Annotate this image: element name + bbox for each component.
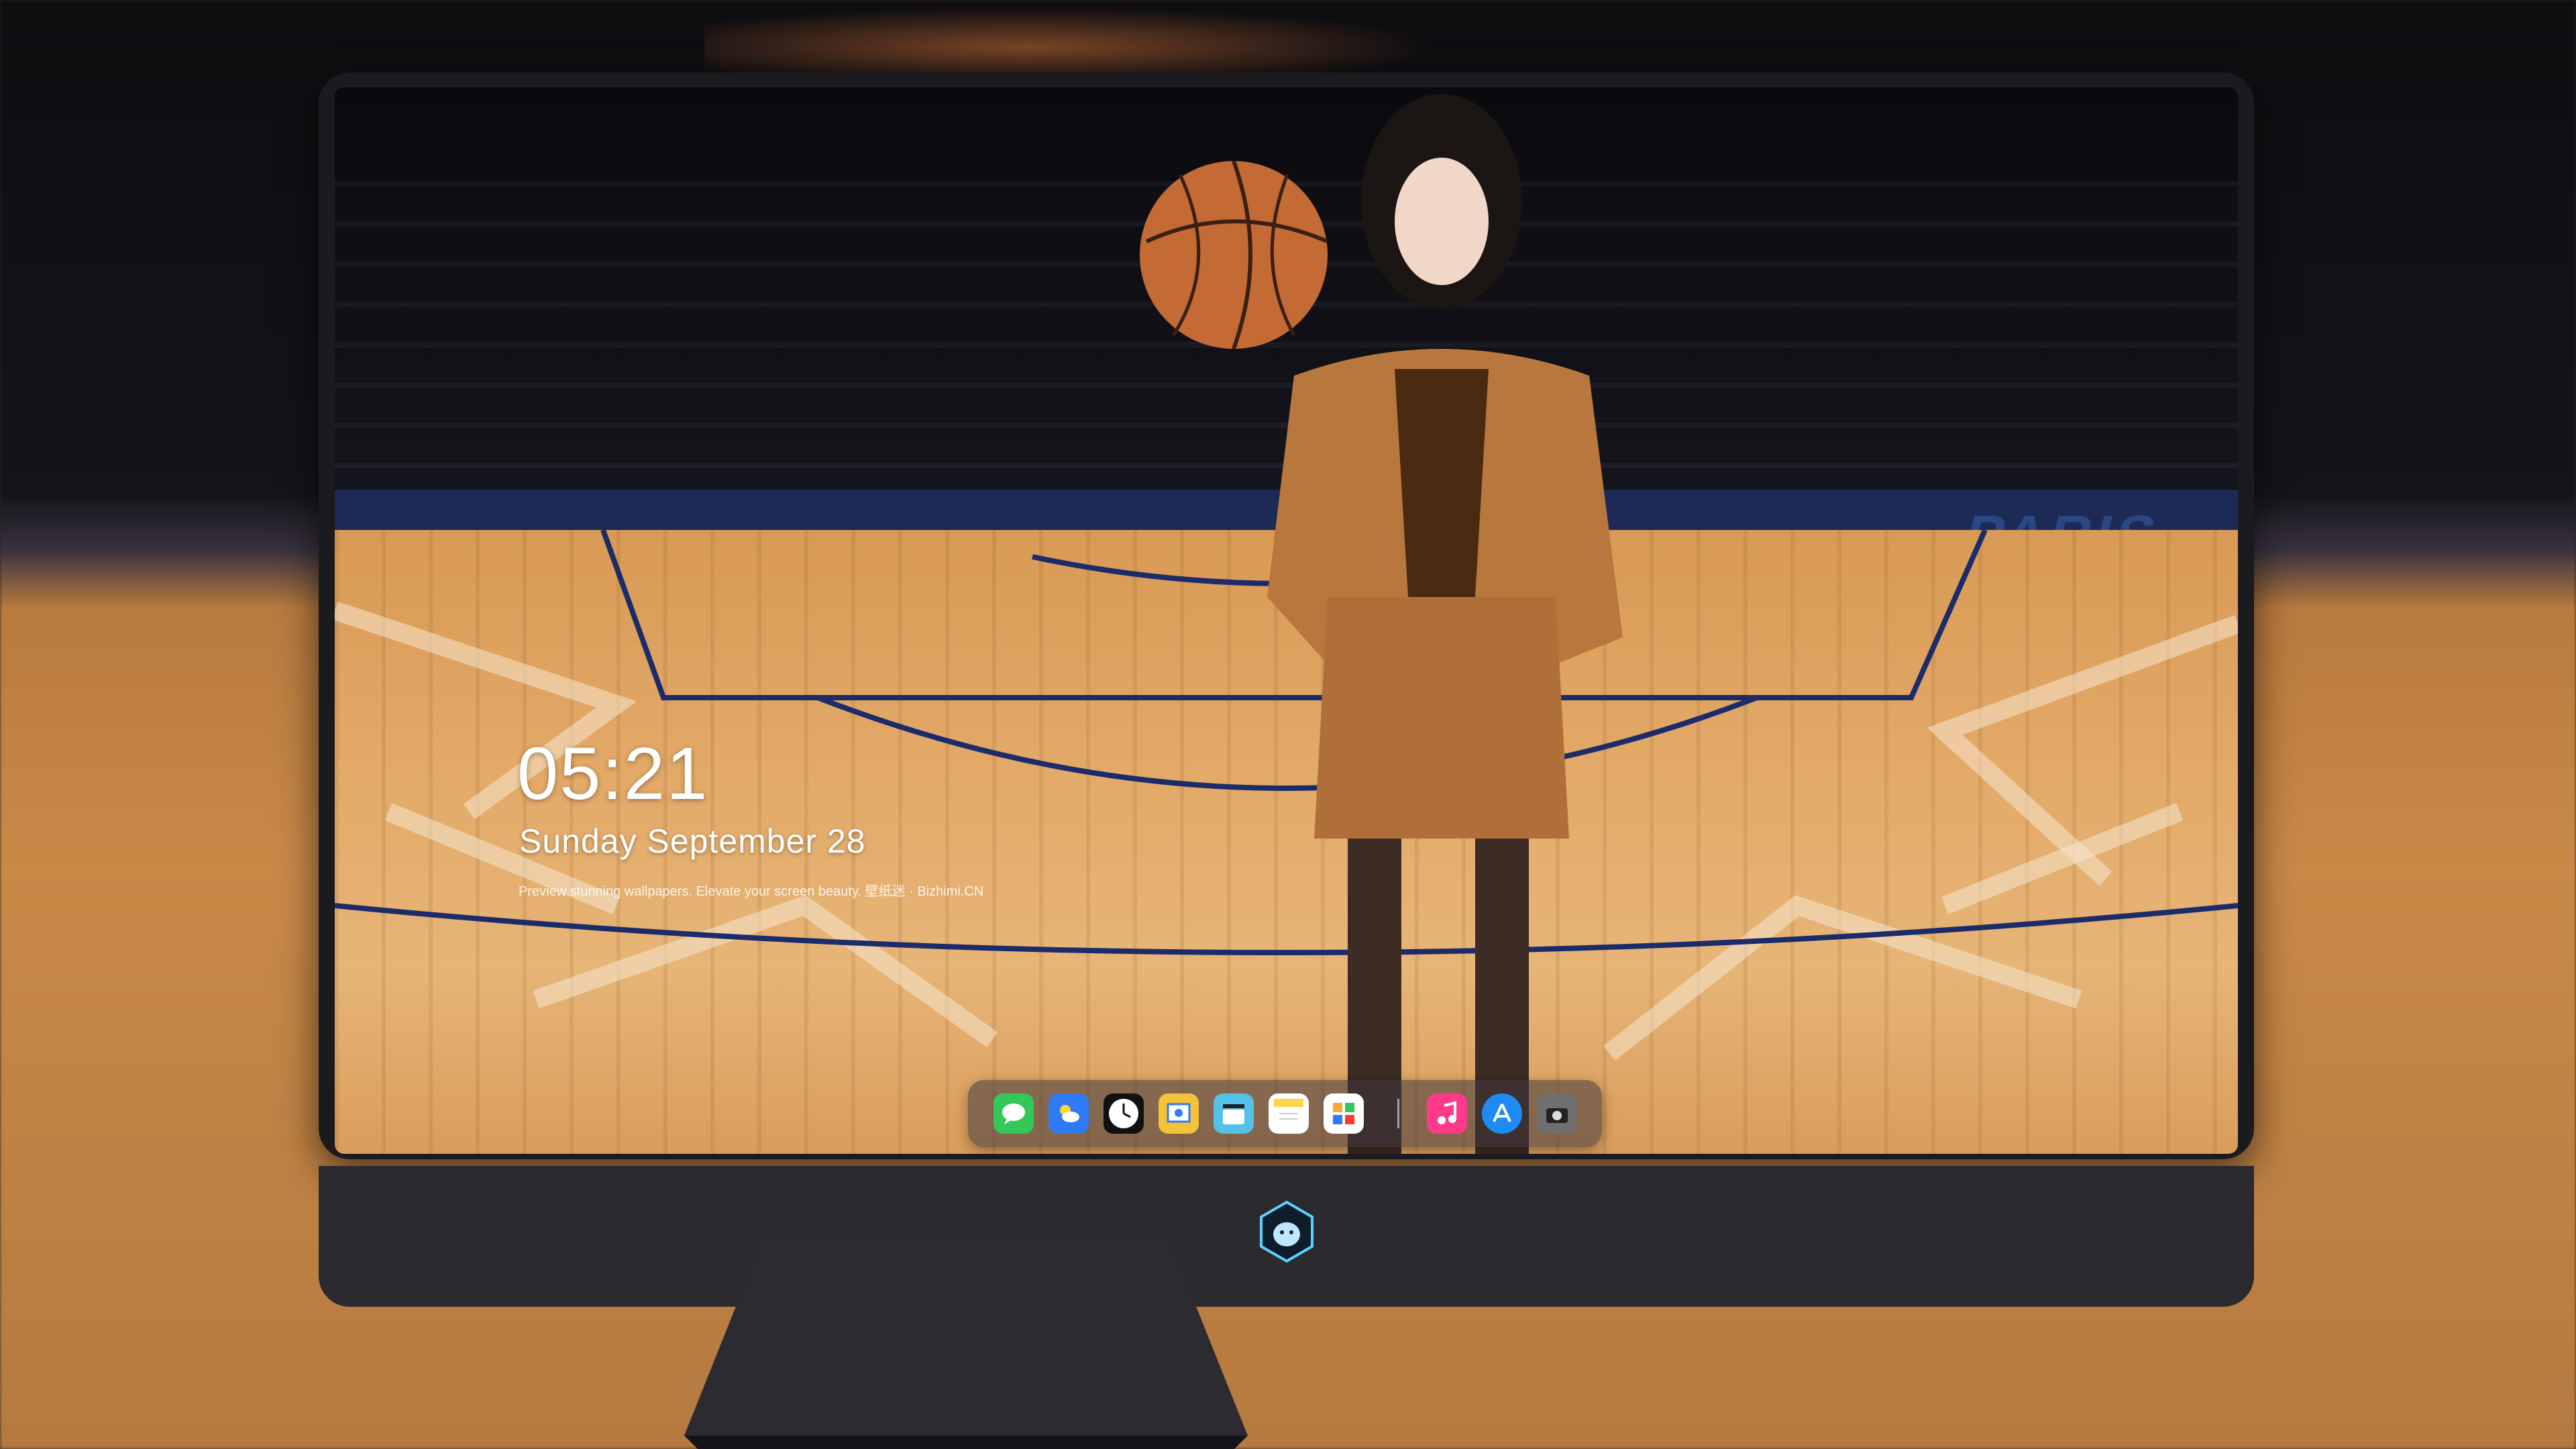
clips-icon[interactable]: [1214, 1093, 1254, 1134]
messages-icon[interactable]: [994, 1093, 1034, 1134]
weather-icon[interactable]: [1049, 1093, 1089, 1134]
woman-with-basketball: [1140, 94, 1623, 1154]
dragon-logo-icon: [1260, 1200, 1313, 1263]
dock-separator: [1397, 1099, 1399, 1128]
camera-icon[interactable]: [1537, 1093, 1577, 1134]
monitor-bezel: PARIS: [319, 72, 2254, 1159]
music-icon[interactable]: [1427, 1093, 1467, 1134]
photos-icon[interactable]: [1324, 1093, 1364, 1134]
lockscreen-time: 05:21: [517, 733, 709, 815]
dock: [968, 1080, 1602, 1147]
imac-monitor: PARIS: [319, 72, 2254, 1449]
notes-icon[interactable]: [1269, 1093, 1309, 1134]
lockscreen-date: Sunday September 28: [519, 822, 866, 860]
monitor-stand: [684, 1234, 1248, 1449]
app-store-icon[interactable]: [1482, 1093, 1522, 1134]
clock-icon[interactable]: [1104, 1093, 1144, 1134]
lockscreen-tagline: Preview stunning wallpapers. Elevate you…: [519, 884, 984, 899]
preview-icon[interactable]: [1159, 1093, 1199, 1134]
screen: PARIS: [335, 87, 2238, 1154]
